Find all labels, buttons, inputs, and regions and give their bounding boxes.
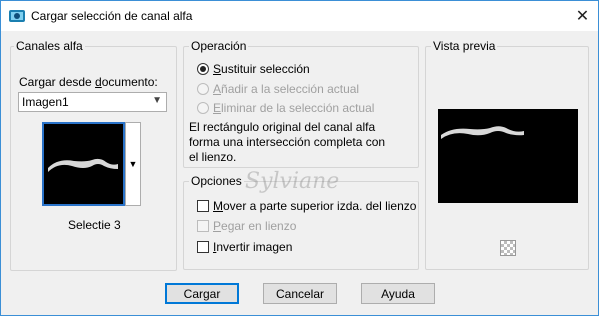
add-to-selection-label[interactable]: Añadir a la selección actual (213, 82, 359, 96)
close-button[interactable]: ✕ (567, 1, 598, 31)
document-select-value: Imagen1 (22, 95, 69, 109)
title-bar[interactable]: Cargar selección de canal alfa ✕ (1, 1, 598, 31)
options-label: Opciones (189, 174, 244, 188)
move-top-left-checkbox[interactable] (197, 200, 209, 212)
dialog-window: Cargar selección de canal alfa ✕ Canales… (0, 0, 599, 316)
channel-thumbnail-image (48, 158, 118, 172)
alpha-channels-label: Canales alfa (14, 39, 85, 53)
remove-from-selection-radio[interactable] (197, 102, 209, 114)
operation-label: Operación (189, 39, 249, 53)
invert-image-checkbox[interactable] (197, 241, 209, 253)
caret-down-icon: ▼ (128, 159, 138, 169)
watermark-text: Sylviane (245, 169, 340, 194)
document-select[interactable]: Imagen1 ▼ (18, 92, 167, 112)
help-button[interactable]: Ayuda (361, 283, 435, 304)
paste-canvas-label[interactable]: Pegar en lienzo (213, 219, 296, 233)
operation-description: El rectángulo original del canal alfa fo… (189, 120, 386, 164)
move-top-left-label[interactable]: Mover a parte superior izda. del lienzo (213, 199, 416, 213)
close-icon: ✕ (575, 8, 590, 25)
window-title: Cargar selección de canal alfa (31, 9, 193, 23)
load-button[interactable]: Cargar (165, 283, 239, 304)
paste-canvas-checkbox[interactable] (197, 220, 209, 232)
replace-selection-radio[interactable] (197, 63, 209, 75)
invert-image-label[interactable]: Invertir imagen (213, 240, 292, 254)
app-icon (9, 10, 25, 22)
replace-selection-label[interactable]: Sustituir selección (213, 62, 310, 76)
preview-shape (441, 126, 524, 139)
load-from-document-label: Cargar desde documento: (19, 75, 158, 89)
chevron-down-icon: ▼ (152, 95, 162, 106)
cancel-button[interactable]: Cancelar (263, 283, 337, 304)
channel-thumbnail[interactable] (42, 122, 125, 206)
thumbnail-caption: Selectie 3 (68, 218, 121, 232)
thumbnail-dropdown-button[interactable]: ▼ (125, 122, 141, 206)
preview-label: Vista previa (431, 39, 498, 53)
add-to-selection-radio[interactable] (197, 83, 209, 95)
transparency-toggle-icon[interactable] (500, 240, 516, 256)
remove-from-selection-label[interactable]: Eliminar de la selección actual (213, 101, 374, 115)
preview-image (438, 109, 578, 203)
